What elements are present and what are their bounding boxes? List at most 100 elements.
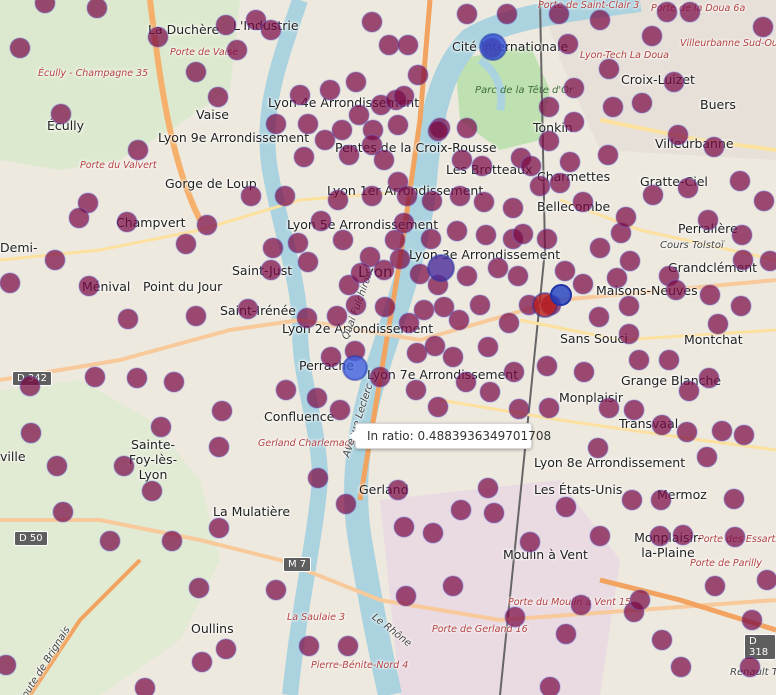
station-marker[interactable] [19, 375, 41, 397]
station-marker[interactable] [732, 249, 754, 271]
station-marker[interactable] [175, 233, 197, 255]
station-marker[interactable] [677, 177, 699, 199]
station-marker[interactable] [163, 371, 185, 393]
station-marker[interactable] [498, 312, 520, 334]
station-marker[interactable] [598, 58, 620, 80]
station-marker[interactable] [113, 455, 135, 477]
station-marker[interactable] [570, 594, 592, 616]
station-marker[interactable] [618, 295, 640, 317]
station-marker[interactable] [741, 609, 763, 631]
station-marker[interactable] [724, 526, 746, 548]
station-marker[interactable] [226, 39, 248, 61]
station-marker[interactable] [618, 323, 640, 345]
station-marker[interactable] [147, 26, 169, 48]
station-marker[interactable] [699, 284, 721, 306]
station-marker[interactable] [598, 397, 620, 419]
station-marker[interactable] [361, 11, 383, 33]
station-marker[interactable] [329, 399, 351, 421]
station-marker[interactable] [446, 220, 468, 242]
station-marker[interactable] [477, 336, 499, 358]
station-marker[interactable] [487, 257, 509, 279]
map-view[interactable]: La Duchère L'Industrie Cité Internationa… [0, 0, 776, 695]
station-marker[interactable] [641, 25, 663, 47]
station-marker[interactable] [588, 306, 610, 328]
station-marker[interactable] [449, 185, 471, 207]
station-marker[interactable] [442, 575, 464, 597]
station-marker[interactable] [573, 361, 595, 383]
station-marker[interactable] [536, 228, 558, 250]
station-marker[interactable] [331, 119, 353, 141]
station-marker[interactable] [297, 251, 319, 273]
station-marker[interactable] [86, 0, 108, 19]
station-marker[interactable] [84, 366, 106, 388]
station-marker[interactable] [670, 656, 692, 678]
part-dieu-station[interactable] [427, 254, 455, 282]
station-marker[interactable] [442, 346, 464, 368]
station-marker[interactable] [46, 455, 68, 477]
station-marker[interactable] [134, 677, 156, 695]
station-marker[interactable] [320, 346, 342, 368]
station-marker[interactable] [554, 260, 576, 282]
station-marker[interactable] [374, 296, 396, 318]
station-marker[interactable] [424, 335, 446, 357]
station-marker[interactable] [650, 489, 672, 511]
station-marker[interactable] [649, 525, 671, 547]
station-marker[interactable] [208, 517, 230, 539]
station-marker[interactable] [161, 530, 183, 552]
station-marker[interactable] [337, 635, 359, 657]
station-marker[interactable] [651, 629, 673, 651]
station-marker[interactable] [389, 248, 411, 270]
station-marker[interactable] [52, 501, 74, 523]
station-marker[interactable] [631, 92, 653, 114]
station-marker[interactable] [387, 114, 409, 136]
station-marker[interactable] [34, 0, 56, 14]
station-marker[interactable] [707, 313, 729, 335]
station-marker[interactable] [369, 366, 391, 388]
station-marker[interactable] [50, 103, 72, 125]
station-marker[interactable] [589, 525, 611, 547]
station-marker[interactable] [606, 267, 628, 289]
station-marker[interactable] [215, 638, 237, 660]
station-marker[interactable] [739, 656, 761, 678]
station-marker[interactable] [512, 223, 534, 245]
station-marker[interactable] [756, 569, 776, 591]
station-marker[interactable] [117, 308, 139, 330]
station-marker[interactable] [698, 367, 720, 389]
station-marker[interactable] [78, 275, 100, 297]
station-marker[interactable] [621, 489, 643, 511]
station-marker[interactable] [191, 651, 213, 673]
station-marker[interactable] [393, 212, 415, 234]
station-marker[interactable] [185, 305, 207, 327]
station-marker[interactable] [215, 14, 237, 36]
station-marker[interactable] [656, 1, 678, 23]
station-marker[interactable] [262, 237, 284, 259]
station-marker[interactable] [456, 3, 478, 25]
station-marker[interactable] [9, 37, 31, 59]
station-marker[interactable] [733, 424, 755, 446]
station-marker[interactable] [293, 146, 315, 168]
station-marker[interactable] [20, 422, 42, 444]
station-marker[interactable] [629, 589, 651, 611]
station-marker[interactable] [658, 349, 680, 371]
station-marker-highlighted[interactable] [550, 284, 572, 306]
station-marker[interactable] [539, 676, 561, 695]
station-marker[interactable] [504, 606, 526, 628]
station-marker[interactable] [456, 265, 478, 287]
station-marker[interactable] [327, 189, 349, 211]
station-marker[interactable] [44, 249, 66, 271]
station-marker[interactable] [665, 279, 687, 301]
station-marker[interactable] [619, 250, 641, 272]
station-marker[interactable] [260, 259, 282, 281]
station-marker[interactable] [759, 250, 776, 272]
station-marker[interactable] [387, 479, 409, 501]
station-marker[interactable] [326, 305, 348, 327]
station-marker[interactable] [536, 355, 558, 377]
station-marker[interactable] [127, 139, 149, 161]
station-marker[interactable] [427, 396, 449, 418]
station-marker[interactable] [672, 524, 694, 546]
station-marker[interactable] [549, 172, 571, 194]
station-marker[interactable] [207, 86, 229, 108]
cite-internationale-station[interactable] [479, 33, 507, 61]
station-marker[interactable] [345, 71, 367, 93]
station-marker[interactable] [378, 34, 400, 56]
